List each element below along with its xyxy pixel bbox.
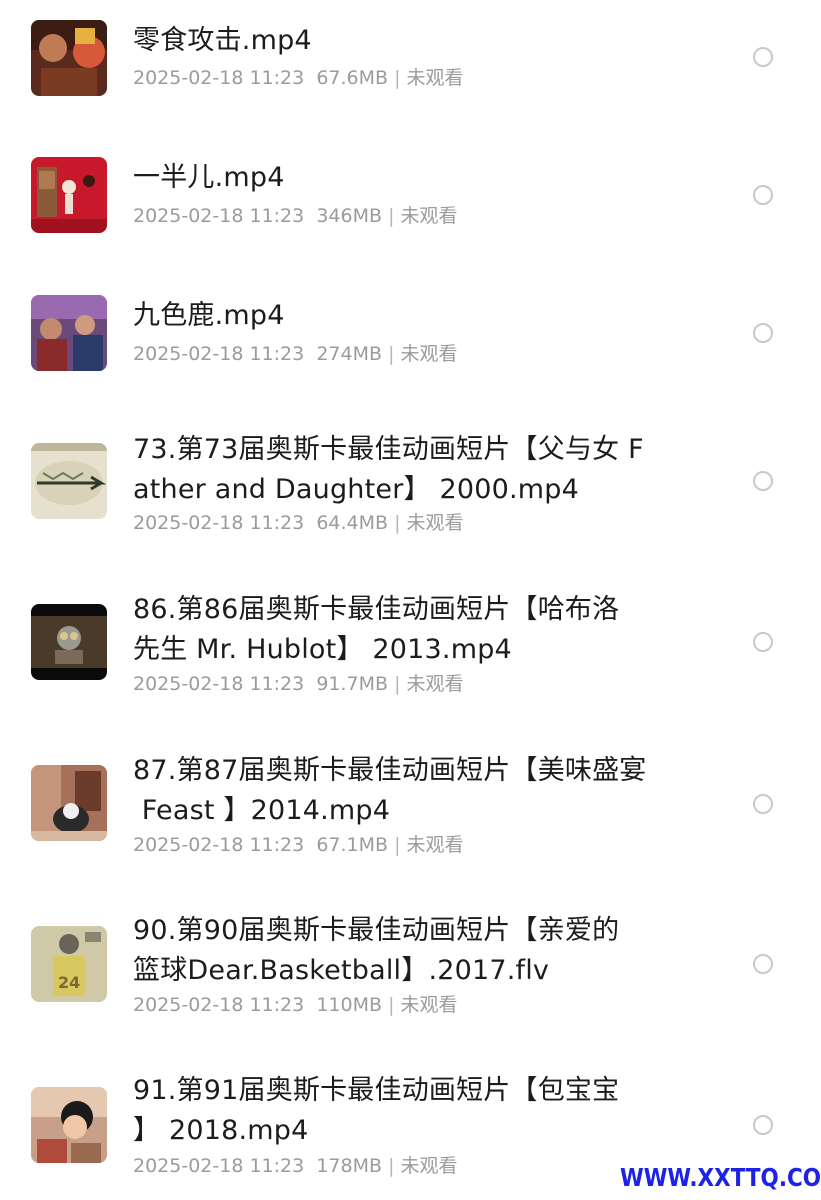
meta-separator: |	[388, 343, 395, 365]
watch-status: 未观看	[406, 67, 464, 89]
file-size: 67.1MB	[316, 834, 389, 856]
meta-separator: |	[394, 67, 401, 89]
list-item[interactable]: 86.第86届奥斯卡最佳动画短片【哈布洛 先生 Mr. Hublot】 2013…	[0, 580, 821, 740]
file-size: 64.4MB	[316, 512, 389, 534]
file-title: 87.第87届奥斯卡最佳动画短片【美味盛宴 Feast 】2014.mp4	[133, 755, 647, 826]
file-meta: 2025-02-18 11:23 67.1MB | 未观看	[133, 832, 464, 858]
meta-separator: |	[394, 512, 401, 534]
video-thumbnail	[31, 765, 107, 841]
file-size: 110MB	[316, 994, 383, 1016]
meta-separator: |	[388, 994, 395, 1016]
list-item[interactable]: 24 90.第90届奥斯卡最佳动画短片【亲爱的 篮球Dear.Basketbal…	[0, 900, 821, 1060]
list-item[interactable]: 87.第87届奥斯卡最佳动画短片【美味盛宴 Feast 】2014.mp4 20…	[0, 740, 821, 900]
video-thumbnail	[31, 1087, 107, 1163]
file-meta: 2025-02-18 11:23 67.6MB | 未观看	[133, 65, 464, 91]
select-radio[interactable]	[753, 471, 773, 491]
list-item[interactable]: 零食攻击.mp4 2025-02-18 11:23 67.6MB | 未观看	[0, 0, 821, 140]
select-radio[interactable]	[753, 323, 773, 343]
meta-separator: |	[394, 834, 401, 856]
file-title: 91.第91届奥斯卡最佳动画短片【包宝宝 】 2018.mp4	[133, 1075, 620, 1146]
select-radio[interactable]	[753, 1115, 773, 1135]
file-title: 零食攻击.mp4	[133, 25, 312, 56]
file-date: 2025-02-18 11:23	[133, 205, 305, 227]
watch-status: 未观看	[400, 205, 458, 227]
file-size: 346MB	[316, 205, 383, 227]
watch-status: 未观看	[400, 994, 458, 1016]
file-title: 90.第90届奥斯卡最佳动画短片【亲爱的 篮球Dear.Basketball】.…	[133, 915, 620, 986]
select-radio[interactable]	[753, 47, 773, 67]
video-thumbnail: 24	[31, 926, 107, 1002]
file-date: 2025-02-18 11:23	[133, 67, 305, 89]
video-thumbnail	[31, 20, 107, 96]
list-item[interactable]: 73.第73届奥斯卡最佳动画短片【父与女 F ather and Daughte…	[0, 420, 821, 580]
file-date: 2025-02-18 11:23	[133, 673, 305, 695]
file-title: 86.第86届奥斯卡最佳动画短片【哈布洛 先生 Mr. Hublot】 2013…	[133, 594, 620, 665]
file-date: 2025-02-18 11:23	[133, 512, 305, 534]
video-thumbnail	[31, 604, 107, 680]
select-radio[interactable]	[753, 632, 773, 652]
video-thumbnail	[31, 295, 107, 371]
file-meta: 2025-02-18 11:23 64.4MB | 未观看	[133, 510, 464, 536]
file-title: 73.第73届奥斯卡最佳动画短片【父与女 F ather and Daughte…	[133, 434, 644, 505]
file-size: 274MB	[316, 343, 383, 365]
svg-text:24: 24	[58, 973, 80, 992]
file-title: 九色鹿.mp4	[133, 300, 285, 331]
watch-status: 未观看	[406, 673, 464, 695]
video-thumbnail	[31, 157, 107, 233]
select-radio[interactable]	[753, 185, 773, 205]
meta-separator: |	[388, 1155, 395, 1177]
video-file-list: 零食攻击.mp4 2025-02-18 11:23 67.6MB | 未观看 一…	[0, 0, 821, 1200]
file-size: 178MB	[316, 1155, 383, 1177]
meta-separator: |	[388, 205, 395, 227]
watch-status: 未观看	[406, 512, 464, 534]
watch-status: 未观看	[406, 834, 464, 856]
meta-separator: |	[394, 673, 401, 695]
site-watermark: WWW.XXTTQ.COM	[620, 1163, 821, 1192]
file-date: 2025-02-18 11:23	[133, 994, 305, 1016]
select-radio[interactable]	[753, 954, 773, 974]
file-date: 2025-02-18 11:23	[133, 834, 305, 856]
file-date: 2025-02-18 11:23	[133, 1155, 305, 1177]
watch-status: 未观看	[400, 343, 458, 365]
file-meta: 2025-02-18 11:23 346MB | 未观看	[133, 203, 458, 229]
select-radio[interactable]	[753, 794, 773, 814]
list-item[interactable]: 一半儿.mp4 2025-02-18 11:23 346MB | 未观看	[0, 140, 821, 280]
watch-status: 未观看	[400, 1155, 458, 1177]
file-date: 2025-02-18 11:23	[133, 343, 305, 365]
list-item[interactable]: 九色鹿.mp4 2025-02-18 11:23 274MB | 未观看	[0, 280, 821, 420]
file-meta: 2025-02-18 11:23 110MB | 未观看	[133, 992, 458, 1018]
video-thumbnail	[31, 443, 107, 519]
file-meta: 2025-02-18 11:23 178MB | 未观看	[133, 1153, 458, 1179]
file-meta: 2025-02-18 11:23 91.7MB | 未观看	[133, 671, 464, 697]
file-title: 一半儿.mp4	[133, 162, 285, 193]
file-meta: 2025-02-18 11:23 274MB | 未观看	[133, 341, 458, 367]
file-size: 67.6MB	[316, 67, 389, 89]
file-size: 91.7MB	[316, 673, 389, 695]
